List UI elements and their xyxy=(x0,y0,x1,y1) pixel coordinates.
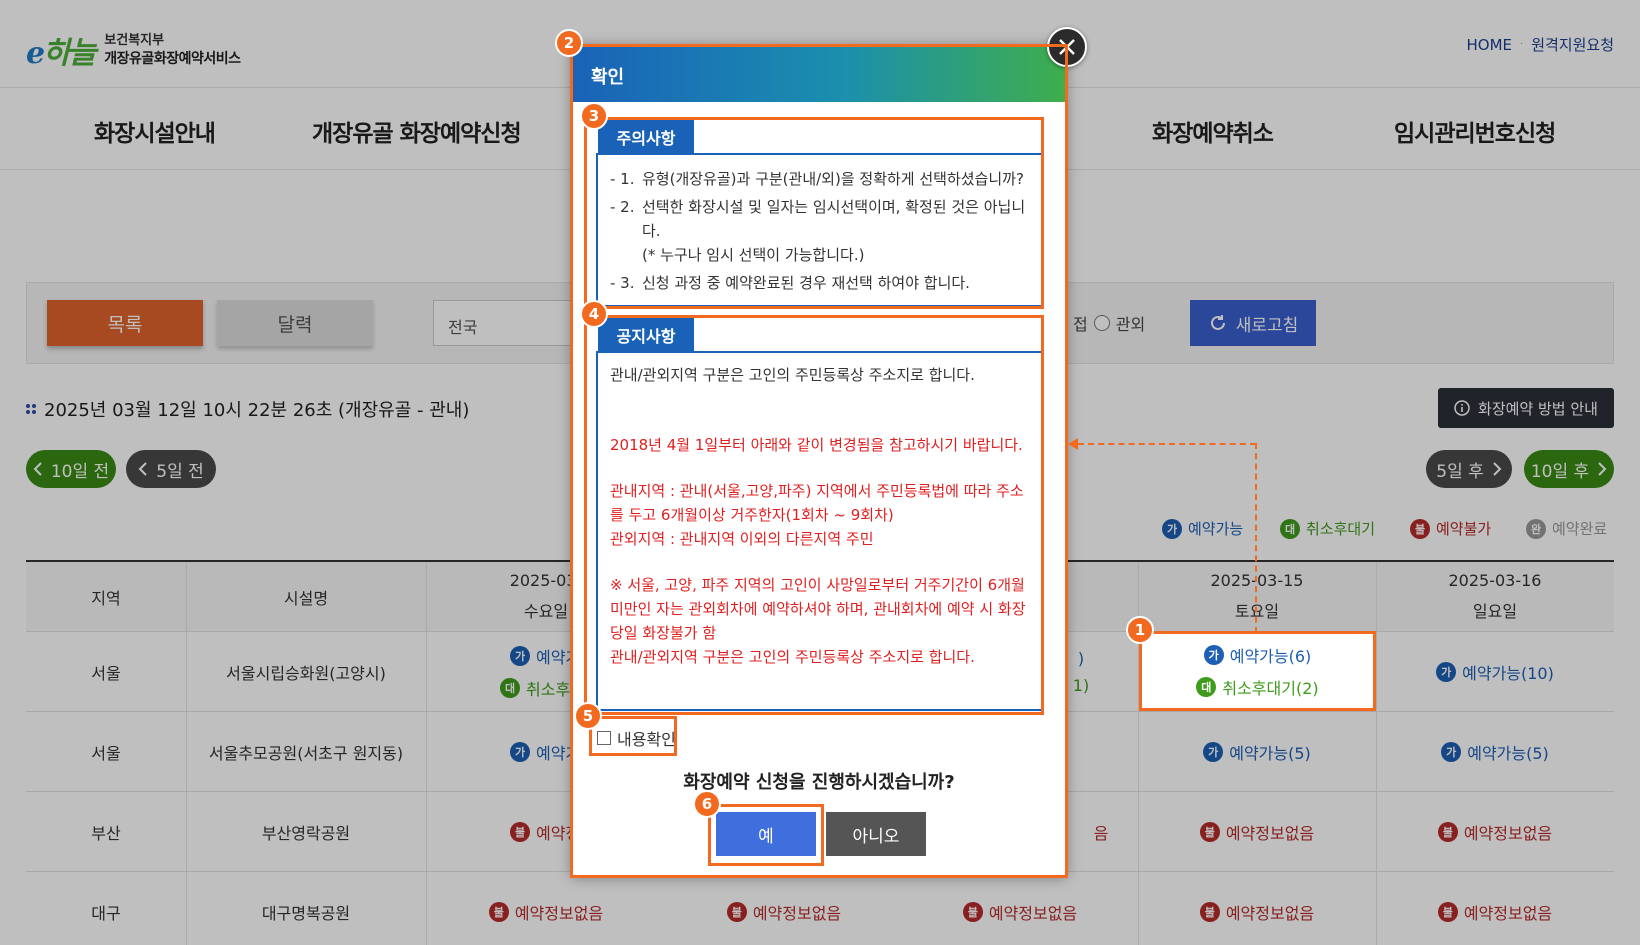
callout-marker-6: 6 xyxy=(693,790,721,818)
no-button[interactable]: 아니오 xyxy=(826,812,926,856)
modal-title: 확인 xyxy=(571,44,1067,102)
callout-marker-4: 4 xyxy=(580,300,608,328)
notice-tab: 공지사항 xyxy=(598,318,694,352)
callout-marker-5: 5 xyxy=(574,702,602,730)
callout-marker-1: 1 xyxy=(1126,616,1154,644)
callout-marker-2: 2 xyxy=(555,29,583,57)
modal-close-button[interactable] xyxy=(1047,27,1087,67)
highlight-slot-available[interactable]: 가 예약가능(6) xyxy=(1203,643,1311,667)
highlight-slot-waiting[interactable]: 대 취소후대기(2) xyxy=(1196,675,1319,699)
confirm-question: 화장예약 신청을 진행하시겠습니까? xyxy=(683,772,955,793)
caution-box: - 1. 유형(개장유골)과 구분(관내/외)을 정확하게 선택하셨습니까? - … xyxy=(596,153,1044,307)
callout-arrow xyxy=(1068,438,1078,450)
close-icon xyxy=(1059,39,1075,55)
confirm-checkbox[interactable]: 내용확인 xyxy=(597,726,676,750)
checkbox-box[interactable] xyxy=(597,731,611,745)
callout-marker-3: 3 xyxy=(580,102,608,130)
callout-connector xyxy=(1255,443,1257,633)
callout-connector xyxy=(1078,443,1256,445)
caution-tab: 주의사항 xyxy=(598,120,694,154)
yes-button[interactable]: 예 xyxy=(716,812,816,856)
notice-box: 관내/관외지역 구분은 고인의 주민등록상 주소지로 합니다. 2018년 4월… xyxy=(596,351,1044,711)
